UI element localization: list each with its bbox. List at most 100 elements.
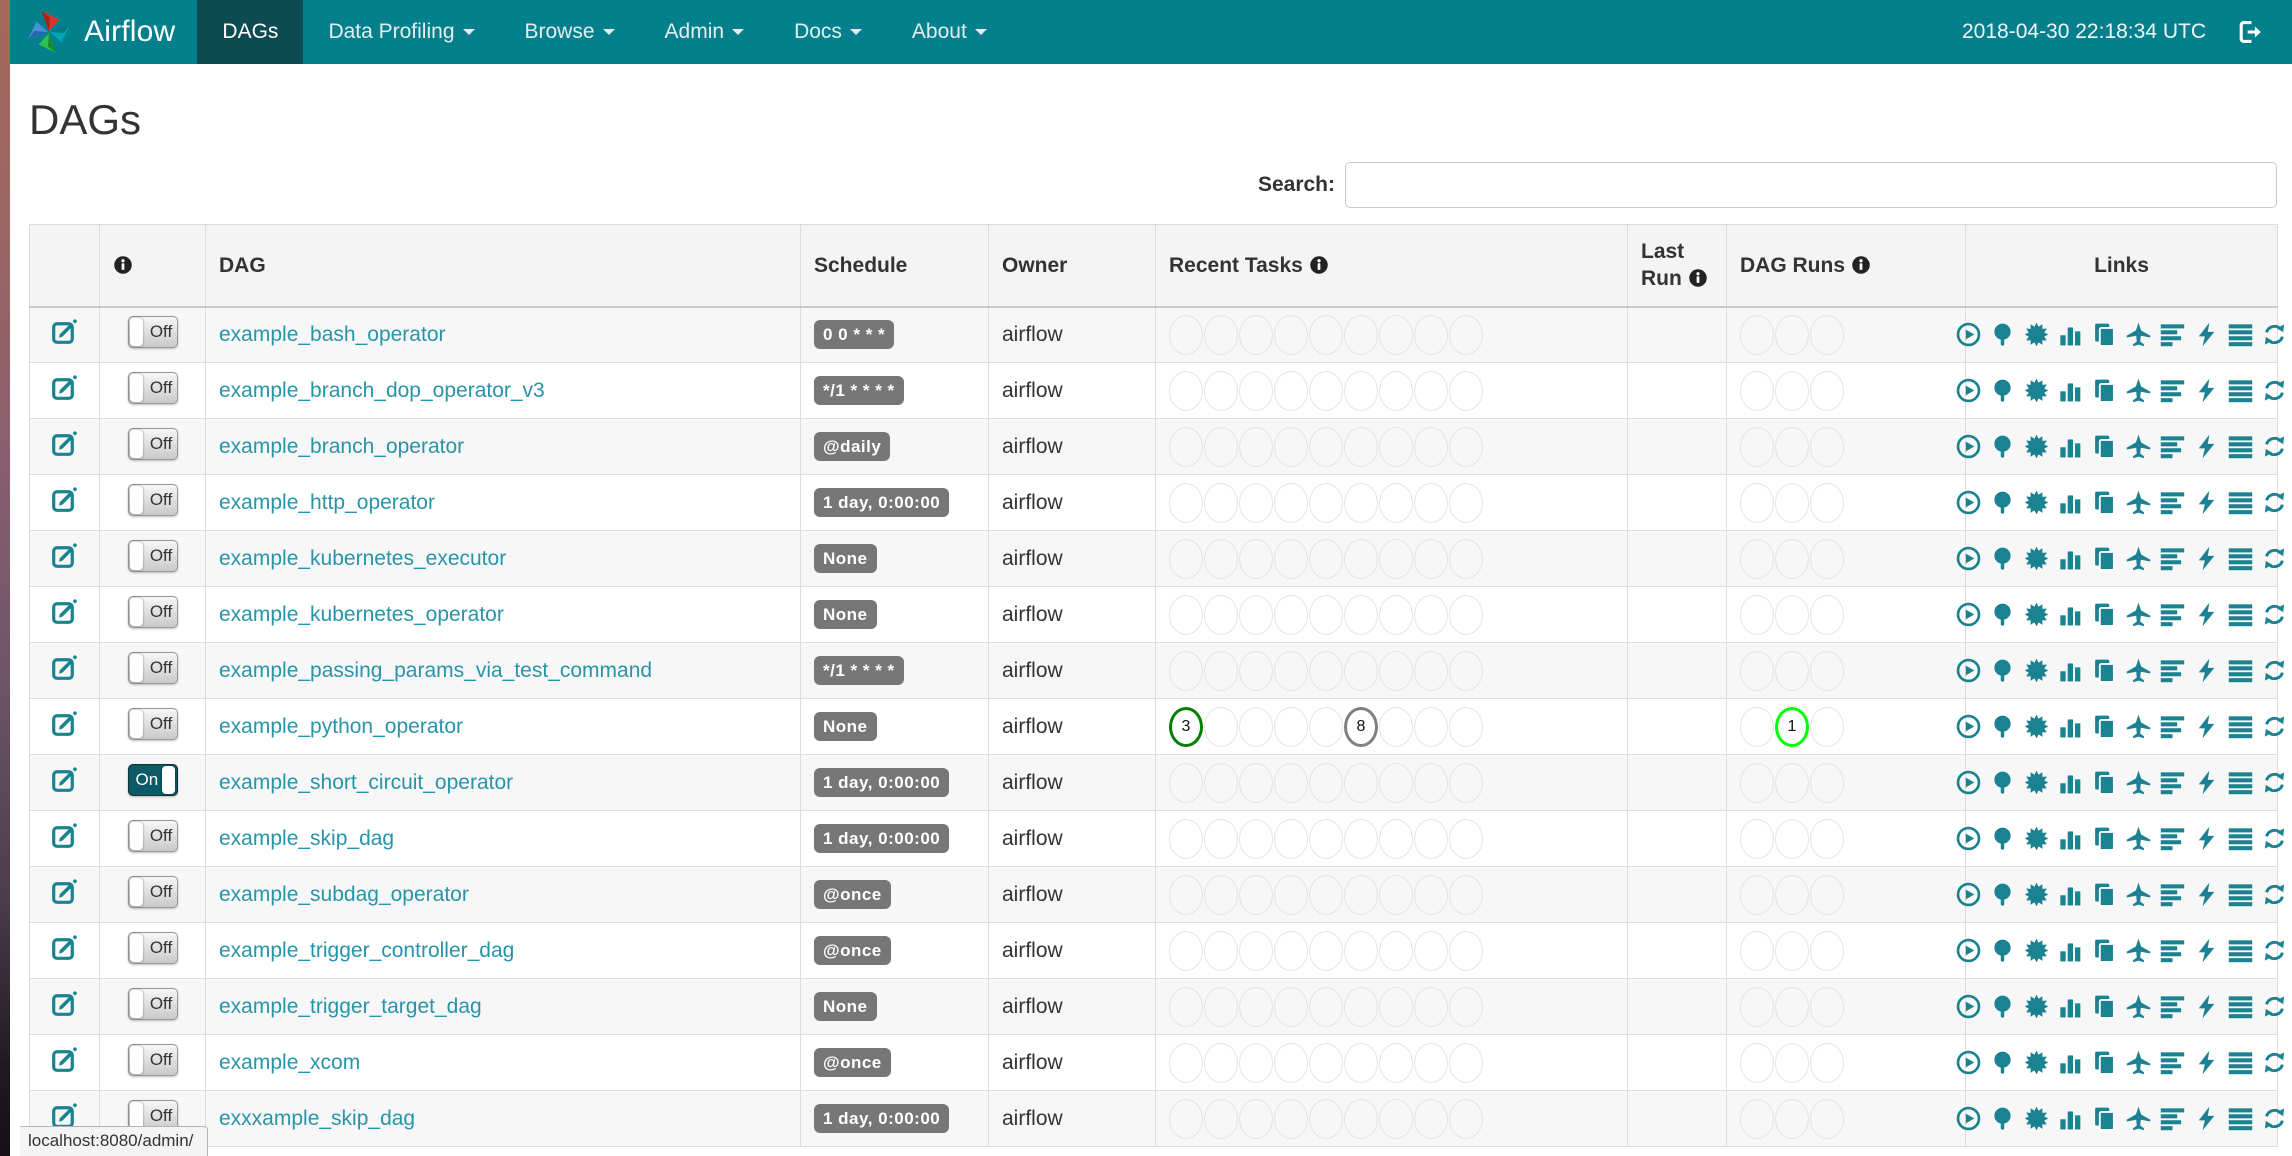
recent-task-circle[interactable]: [1449, 426, 1483, 467]
dag-pause-toggle[interactable]: Off: [127, 819, 178, 852]
dag-pause-toggle[interactable]: Off: [127, 651, 178, 684]
trigger-dag-icon[interactable]: [1956, 434, 1981, 459]
recent-task-circle[interactable]: [1414, 874, 1448, 915]
recent-task-circle[interactable]: [1379, 1098, 1413, 1139]
nav-item-docs[interactable]: Docs: [769, 0, 887, 64]
recent-task-circle[interactable]: [1449, 594, 1483, 635]
dag-pause-toggle[interactable]: Off: [127, 875, 178, 908]
recent-task-circle[interactable]: [1449, 650, 1483, 691]
recent-task-circle[interactable]: [1239, 594, 1273, 635]
task-tries-icon[interactable]: [2092, 882, 2117, 907]
dag-link[interactable]: example_passing_params_via_test_command: [219, 659, 652, 682]
dag-run-circle[interactable]: [1740, 538, 1774, 579]
graph-view-icon[interactable]: [2024, 434, 2049, 459]
task-tries-icon[interactable]: [2092, 434, 2117, 459]
dag-link[interactable]: example_http_operator: [219, 491, 435, 514]
edit-dag-icon[interactable]: [51, 710, 78, 737]
recent-task-circle[interactable]: [1379, 314, 1413, 355]
recent-task-circle[interactable]: [1274, 986, 1308, 1027]
tree-view-icon[interactable]: [1990, 826, 2015, 851]
recent-task-circle[interactable]: [1379, 1042, 1413, 1083]
recent-task-circle[interactable]: [1169, 986, 1203, 1027]
recent-task-circle[interactable]: [1309, 538, 1343, 579]
task-duration-icon[interactable]: [2058, 490, 2083, 515]
recent-task-circle[interactable]: [1414, 818, 1448, 859]
tree-view-icon[interactable]: [1990, 434, 2015, 459]
trigger-dag-icon[interactable]: [1956, 826, 1981, 851]
recent-task-circle[interactable]: [1169, 1098, 1203, 1139]
edit-dag-icon[interactable]: [51, 486, 78, 513]
dag-link[interactable]: example_branch_dop_operator_v3: [219, 379, 545, 402]
recent-task-circle[interactable]: [1274, 650, 1308, 691]
recent-task-circle[interactable]: [1449, 818, 1483, 859]
graph-view-icon[interactable]: [2024, 546, 2049, 571]
dag-pause-toggle[interactable]: Off: [127, 427, 178, 460]
recent-task-circle[interactable]: [1414, 482, 1448, 523]
task-duration-icon[interactable]: [2058, 882, 2083, 907]
recent-task-circle[interactable]: [1414, 538, 1448, 579]
edit-dag-icon[interactable]: [51, 430, 78, 457]
graph-view-icon[interactable]: [2024, 1050, 2049, 1075]
task-duration-icon[interactable]: [2058, 378, 2083, 403]
recent-task-circle[interactable]: [1274, 706, 1308, 747]
graph-view-icon[interactable]: [2024, 490, 2049, 515]
recent-task-circle[interactable]: [1414, 706, 1448, 747]
tree-view-icon[interactable]: [1990, 378, 2015, 403]
trigger-dag-icon[interactable]: [1956, 1106, 1981, 1131]
dag-run-circle[interactable]: [1775, 370, 1809, 411]
code-view-icon[interactable]: [2194, 826, 2219, 851]
logs-icon[interactable]: [2228, 658, 2253, 683]
code-view-icon[interactable]: [2194, 938, 2219, 963]
recent-task-circle[interactable]: [1204, 594, 1238, 635]
recent-task-circle[interactable]: [1169, 314, 1203, 355]
edit-dag-icon[interactable]: [51, 822, 78, 849]
dag-run-circle[interactable]: [1740, 482, 1774, 523]
recent-task-circle[interactable]: [1274, 1098, 1308, 1139]
logs-icon[interactable]: [2228, 434, 2253, 459]
gantt-view-icon[interactable]: [2160, 826, 2185, 851]
graph-view-icon[interactable]: [2024, 714, 2049, 739]
dag-link[interactable]: exxxample_skip_dag: [219, 1107, 415, 1130]
landing-times-icon[interactable]: [2126, 546, 2151, 571]
recent-task-circle[interactable]: [1204, 818, 1238, 859]
refresh-icon[interactable]: [2262, 770, 2287, 795]
recent-task-circle[interactable]: [1344, 874, 1378, 915]
dag-run-circle[interactable]: [1810, 930, 1844, 971]
recent-task-circle[interactable]: 3: [1169, 706, 1203, 747]
refresh-icon[interactable]: [2262, 378, 2287, 403]
gantt-view-icon[interactable]: [2160, 658, 2185, 683]
graph-view-icon[interactable]: [2024, 658, 2049, 683]
code-view-icon[interactable]: [2194, 602, 2219, 627]
graph-view-icon[interactable]: [2024, 322, 2049, 347]
refresh-icon[interactable]: [2262, 546, 2287, 571]
recent-task-circle[interactable]: [1169, 650, 1203, 691]
dag-link[interactable]: example_subdag_operator: [219, 883, 469, 906]
dag-run-circle[interactable]: [1810, 538, 1844, 579]
recent-task-circle[interactable]: [1414, 314, 1448, 355]
recent-task-circle[interactable]: [1344, 1098, 1378, 1139]
logs-icon[interactable]: [2228, 1050, 2253, 1075]
dag-run-circle[interactable]: [1775, 426, 1809, 467]
refresh-icon[interactable]: [2262, 658, 2287, 683]
code-view-icon[interactable]: [2194, 490, 2219, 515]
dag-run-circle[interactable]: [1810, 426, 1844, 467]
dag-run-circle[interactable]: [1740, 874, 1774, 915]
dag-run-circle[interactable]: [1775, 538, 1809, 579]
trigger-dag-icon[interactable]: [1956, 602, 1981, 627]
recent-task-circle[interactable]: [1379, 482, 1413, 523]
recent-task-circle[interactable]: [1379, 426, 1413, 467]
logs-icon[interactable]: [2228, 602, 2253, 627]
dag-run-circle[interactable]: [1810, 650, 1844, 691]
recent-task-circle[interactable]: [1309, 762, 1343, 803]
dag-link[interactable]: example_kubernetes_executor: [219, 547, 506, 570]
logs-icon[interactable]: [2228, 322, 2253, 347]
logs-icon[interactable]: [2228, 938, 2253, 963]
logs-icon[interactable]: [2228, 1106, 2253, 1131]
task-duration-icon[interactable]: [2058, 1050, 2083, 1075]
recent-task-circle[interactable]: [1309, 594, 1343, 635]
task-tries-icon[interactable]: [2092, 938, 2117, 963]
refresh-icon[interactable]: [2262, 490, 2287, 515]
dag-run-circle[interactable]: [1775, 986, 1809, 1027]
recent-task-circle[interactable]: [1344, 370, 1378, 411]
recent-task-circle[interactable]: [1344, 1042, 1378, 1083]
